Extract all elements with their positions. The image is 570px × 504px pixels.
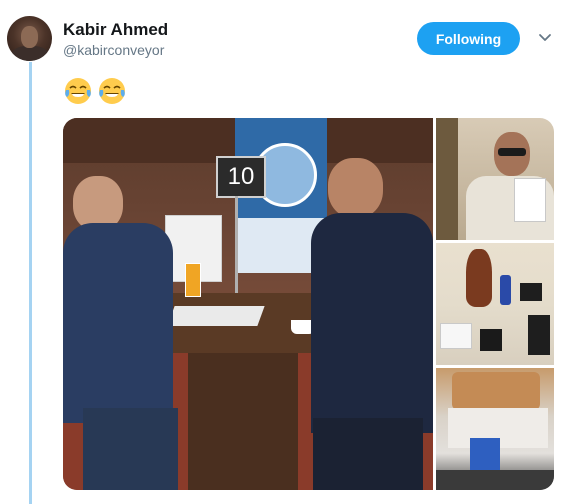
tweet-card: Kabir Ahmed @kabirconveyor Following 10 [0,0,570,504]
table-number-sign: 10 [216,156,266,198]
user-handle[interactable]: @kabirconveyor [63,42,164,58]
following-button[interactable]: Following [417,22,520,55]
hotel-bed-photo[interactable] [436,368,554,490]
table-number: 10 [227,163,255,190]
tears-of-joy-emoji-icon [99,78,125,104]
tears-of-joy-emoji-icon [65,78,91,104]
hotel-desk-photo[interactable] [436,243,554,365]
thread-line [29,62,32,504]
man-holding-brochure-photo[interactable] [436,118,554,240]
business-meeting-photo[interactable]: 10 [63,118,433,490]
avatar[interactable] [7,16,52,61]
media-grid: 10 [63,118,554,490]
display-name[interactable]: Kabir Ahmed [63,20,168,40]
chevron-down-icon[interactable] [536,29,554,47]
tweet-text [63,76,127,106]
